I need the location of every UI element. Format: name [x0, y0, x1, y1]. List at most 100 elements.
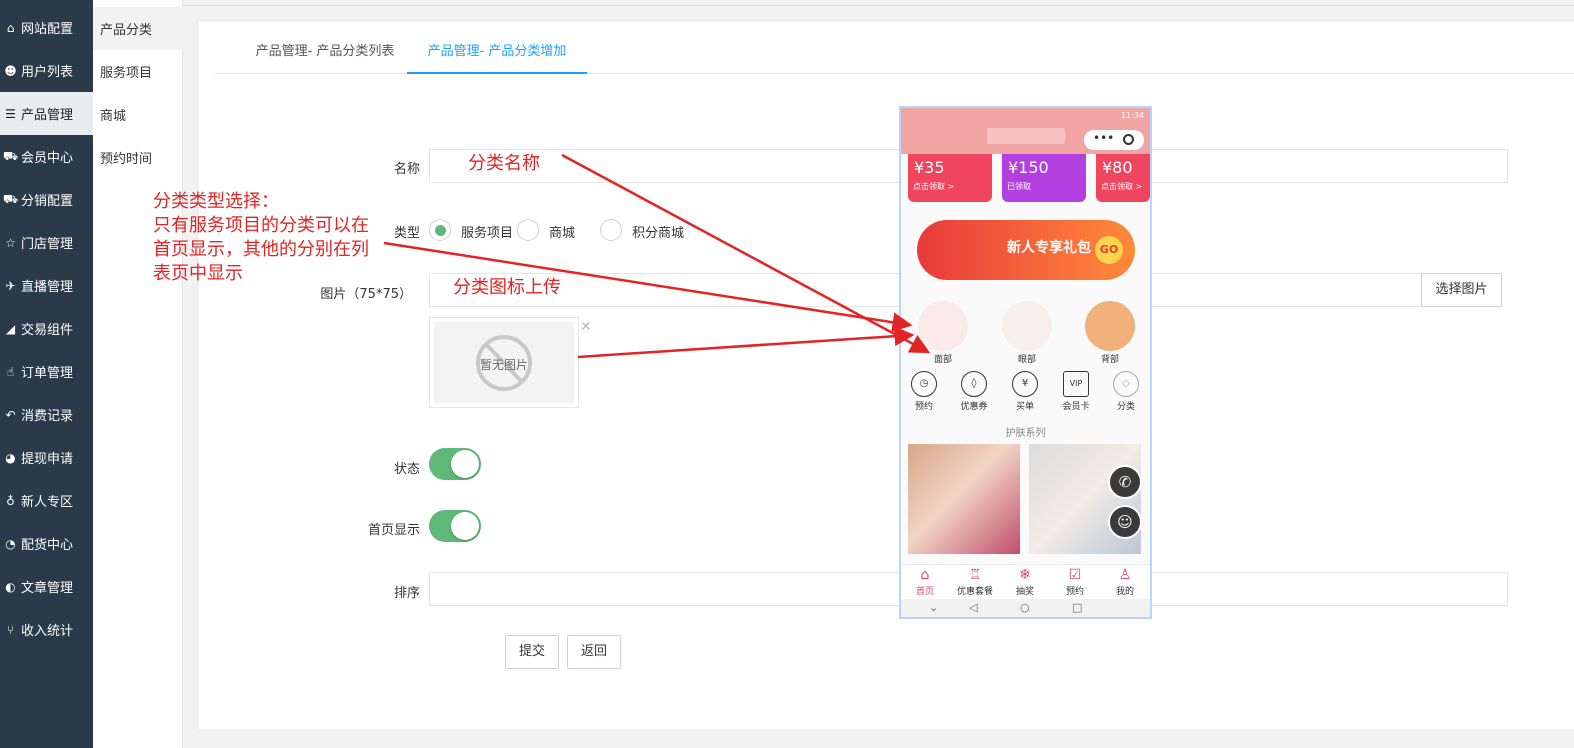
icon-label: 会员卡: [1062, 402, 1090, 412]
page-tabs: 产品管理- 产品分类列表 产品管理- 产品分类增加: [215, 30, 1574, 74]
sidebar-item-stores[interactable]: ☆ 门店管理: [0, 221, 93, 264]
phone-preview: 11:34 ••• ¥35 点击领取 > ¥150 已领取 ¥80 点击领取 >…: [899, 106, 1152, 619]
newcomer-gift-banner[interactable]: 新人专享礼包 GO: [917, 220, 1135, 280]
type-radio-mall-label[interactable]: 商城: [549, 222, 575, 241]
sidebar-item-trade-components[interactable]: ◢ 交易组件: [0, 307, 93, 350]
sidebar-item-members[interactable]: ⛟ 会员中心: [0, 135, 93, 178]
series-title: 护肤系列: [1005, 428, 1046, 439]
annotation-image: 分类图标上传: [453, 277, 561, 298]
sidebar-item-users[interactable]: ☻ 用户列表: [0, 49, 93, 92]
phone-tab-home[interactable]: ⌂ 首页: [902, 567, 948, 597]
type-radio-mall[interactable]: [517, 219, 539, 241]
sidebar-item-label: 直播管理: [21, 280, 74, 295]
home-circle-icon[interactable]: ○: [1020, 601, 1030, 614]
type-label: 类型: [393, 226, 420, 241]
annotation-type: 分类类型选择： 只有服务项目的分类可以在 首页显示，其他的分别在列 表页中显示: [153, 191, 369, 284]
product-image[interactable]: [908, 444, 1020, 554]
submenu-item-service[interactable]: 服务项目: [93, 50, 183, 93]
banner-go-button[interactable]: GO: [1095, 236, 1123, 264]
phone-call-icon[interactable]: ✆: [1108, 465, 1142, 499]
phone-title-blurred: [987, 128, 1065, 144]
remove-image-icon[interactable]: ✕: [580, 319, 592, 335]
customer-service-icon[interactable]: ☺: [1108, 505, 1142, 539]
sidebar-item-products[interactable]: ☰ 产品管理: [0, 92, 93, 135]
name-label: 名称: [393, 162, 420, 177]
sidebar-item-label: 配货中心: [21, 538, 74, 553]
vip-card-icon[interactable]: VIP: [1063, 371, 1089, 397]
mini-program-capsule[interactable]: •••: [1084, 130, 1144, 150]
diamond-icon[interactable]: ◇: [1113, 371, 1139, 397]
sidebar-item-label: 订单管理: [21, 366, 74, 381]
phone-tab-packages[interactable]: ♖ 优惠套餐: [952, 567, 998, 597]
home-icon: ⌂: [6, 20, 15, 35]
annotation-name: 分类名称: [468, 153, 540, 174]
tag-icon[interactable]: ◊: [961, 371, 987, 397]
sidebar-item-distribution-center[interactable]: ◔ 配货中心: [0, 522, 93, 565]
coupon-value: ¥80: [1102, 158, 1133, 177]
phone-tab-mine[interactable]: ♙ 我的: [1102, 567, 1148, 597]
category-label: 眼部: [1017, 355, 1036, 365]
submenu-item-mall[interactable]: 商城: [93, 93, 183, 136]
coupon-card[interactable]: ¥35 点击领取 >: [908, 154, 992, 202]
type-radio-service-label[interactable]: 服务项目: [461, 222, 513, 241]
phone-tab-booking[interactable]: ☑ 预约: [1052, 567, 1098, 597]
submit-button[interactable]: 提交: [505, 635, 559, 669]
recent-square-icon[interactable]: □: [1072, 601, 1082, 614]
sidebar-item-label: 网站配置: [21, 22, 74, 37]
more-dots-icon: •••: [1093, 131, 1115, 145]
no-image-text: 暂无图片: [479, 358, 528, 372]
sidebar-item-articles[interactable]: ◐ 文章管理: [0, 565, 93, 608]
icon-label: 买单: [1015, 402, 1034, 412]
category-face-icon[interactable]: [918, 301, 968, 351]
content-card: [197, 20, 1574, 731]
android-nav-bar: ⌄ ◁ ○ □: [901, 599, 1150, 617]
home-icon: ⌂: [920, 567, 930, 583]
icon-label: 优惠券: [960, 402, 988, 412]
category-eye-icon[interactable]: [1002, 301, 1052, 351]
type-radio-service[interactable]: [429, 219, 451, 241]
sidebar-item-label: 消费记录: [21, 409, 74, 424]
phone-tab-label: 优惠套餐: [956, 587, 993, 597]
coupon-card[interactable]: ¥150 已领取: [1002, 154, 1086, 202]
location-pin-icon: ♁: [6, 493, 15, 508]
sidebar-item-label: 文章管理: [21, 581, 74, 596]
coupon-card[interactable]: ¥80 点击领取 >: [1096, 154, 1150, 202]
snowflake-icon: ❄: [1019, 567, 1031, 583]
sidebar-item-consumption[interactable]: ↶ 消费记录: [0, 393, 93, 436]
type-radio-points-mall[interactable]: [600, 219, 622, 241]
sidebar-item-income[interactable]: ⑂ 收入统计: [0, 608, 93, 651]
chevron-down-icon[interactable]: ⌄: [929, 601, 938, 614]
icon-label: 分类: [1116, 402, 1135, 412]
phone-tab-lottery[interactable]: ❄ 抽奖: [1002, 567, 1048, 597]
sidebar-item-live[interactable]: ✈ 直播管理: [0, 264, 93, 307]
sidebar-item-withdraw[interactable]: ◕ 提现申请: [0, 436, 93, 479]
back-button[interactable]: 返回: [567, 635, 621, 669]
person-icon: ♙: [1118, 567, 1132, 583]
submenu-item-label: 预约时间: [100, 152, 153, 167]
sidebar-item-newcomer[interactable]: ♁ 新人专区: [0, 479, 93, 522]
phone-tab-label: 首页: [915, 587, 934, 597]
type-radio-points-mall-label[interactable]: 积分商城: [632, 222, 684, 241]
submenu-item-booking-time[interactable]: 预约时间: [93, 136, 183, 179]
sidebar-item-label: 新人专区: [21, 495, 74, 510]
phone-tab-label: 抽奖: [1015, 587, 1034, 597]
tab-category-add[interactable]: 产品管理- 产品分类增加: [407, 30, 587, 74]
sidebar-item-label: 会员中心: [21, 151, 74, 166]
back-triangle-icon[interactable]: ◁: [969, 601, 977, 614]
user-icon: ☻: [4, 63, 17, 78]
status-switch[interactable]: [429, 448, 481, 480]
submenu-item-product-category[interactable]: 产品分类: [93, 7, 183, 50]
coupon-status: 点击领取 >: [1101, 182, 1143, 191]
yen-icon[interactable]: ¥: [1012, 371, 1038, 397]
icon-label: 预约: [914, 402, 933, 412]
eraser-icon: ◢: [5, 321, 16, 336]
category-back-icon[interactable]: [1085, 301, 1135, 351]
sidebar-item-site-config[interactable]: ⌂ 网站配置: [0, 6, 93, 49]
home-display-switch[interactable]: [429, 510, 481, 542]
clock-icon[interactable]: ◷: [911, 371, 937, 397]
choose-image-button[interactable]: 选择图片: [1421, 273, 1502, 307]
server-icon: ☰: [5, 106, 16, 121]
sidebar-item-distribution[interactable]: ⛟ 分销配置: [0, 178, 93, 221]
sidebar-item-orders[interactable]: ☝ 订单管理: [0, 350, 93, 393]
tab-category-list[interactable]: 产品管理- 产品分类列表: [235, 30, 415, 74]
